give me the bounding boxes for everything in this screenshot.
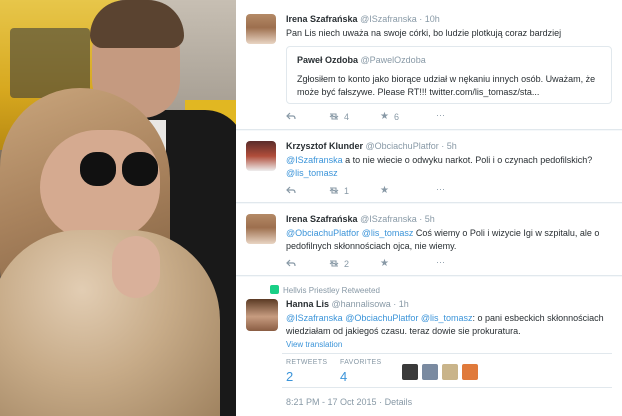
reply-icon[interactable] bbox=[286, 186, 296, 195]
favoriter-avatar[interactable] bbox=[402, 364, 418, 380]
retweets-count[interactable]: 2 bbox=[286, 369, 293, 384]
retweet-badge-icon bbox=[270, 285, 279, 294]
divider bbox=[282, 387, 612, 388]
tweet-text: @ISzafranska a to nie wiecie o odwyku na… bbox=[286, 154, 612, 180]
favoriter-avatar[interactable] bbox=[422, 364, 438, 380]
tweet-time[interactable]: · 5h bbox=[419, 214, 435, 224]
quoted-tweet[interactable]: Paweł Ozdoba @PawelOzdoba Zgłosiłem to k… bbox=[286, 46, 612, 104]
retweeted-by-bar: Hellvis Priestley Retweeted bbox=[270, 285, 380, 295]
quoted-author-name: Paweł Ozdoba bbox=[297, 55, 359, 65]
mention-link[interactable]: @lis_tomasz bbox=[421, 313, 473, 323]
quoted-text: Zgłosiłem to konto jako biorące udział w… bbox=[297, 74, 596, 97]
author-name[interactable]: Krzysztof Klunder bbox=[286, 141, 363, 151]
mention-link[interactable]: @ObciachuPlatfor bbox=[286, 228, 359, 238]
mention-link[interactable]: @ObciachuPlatfor bbox=[345, 313, 418, 323]
tweet-item[interactable]: Krzysztof Klunder @ObciachuPlatfor · 5h … bbox=[236, 131, 622, 203]
author-handle[interactable]: @ObciachuPlatfor bbox=[366, 141, 439, 151]
retweet-count: 2 bbox=[344, 259, 350, 269]
tweet-text: @ISzafranska @ObciachuPlatfor @lis_tomas… bbox=[286, 312, 612, 338]
retweet-count: 4 bbox=[344, 112, 350, 122]
author-handle[interactable]: @ISzafranska bbox=[360, 214, 417, 224]
tweet-body: a to nie wiecie o odwyku narkot. Poli i … bbox=[342, 155, 593, 165]
tweet-header: Krzysztof Klunder @ObciachuPlatfor · 5h bbox=[286, 141, 457, 151]
avatar[interactable] bbox=[246, 141, 276, 171]
news-photo bbox=[0, 0, 236, 416]
tweet-text: Pan Lis niech uważa na swoje córki, bo l… bbox=[286, 28, 562, 38]
mention-link[interactable]: @ISzafranska bbox=[286, 313, 343, 323]
retweeted-by-text[interactable]: Hellvis Priestley Retweeted bbox=[283, 286, 380, 295]
tweet-item[interactable]: Irena Szafrańska @ISzafranska · 10h Pan … bbox=[236, 0, 622, 130]
tweet-item[interactable]: Irena Szafrańska @ISzafranska · 5h @Obci… bbox=[236, 204, 622, 276]
twitter-conversation: Irena Szafrańska @ISzafranska · 10h Pan … bbox=[236, 0, 622, 416]
view-translation-link[interactable]: View translation bbox=[286, 340, 342, 349]
avatar[interactable] bbox=[246, 14, 276, 44]
tweet-time[interactable]: · 5h bbox=[441, 141, 457, 151]
author-name[interactable]: Irena Szafrańska bbox=[286, 14, 358, 24]
avatar[interactable] bbox=[246, 214, 276, 244]
tweet-header: Hanna Lis @hannalisowa · 1h bbox=[286, 299, 409, 309]
favorites-count[interactable]: 4 bbox=[340, 369, 347, 384]
mention-link[interactable]: @ISzafranska bbox=[286, 155, 343, 165]
tweet-timestamp[interactable]: 8:21 PM - 17 Oct 2015 bbox=[286, 397, 377, 407]
photo-sunglasses bbox=[80, 152, 160, 190]
author-handle[interactable]: @hannalisowa bbox=[332, 299, 391, 309]
tweet-time[interactable]: · 1h bbox=[393, 299, 409, 309]
more-icon[interactable]: ··· bbox=[436, 110, 445, 120]
retweets-label: RETWEETS bbox=[286, 359, 328, 366]
more-icon[interactable]: ··· bbox=[436, 257, 445, 267]
tweet-header: Irena Szafrańska @ISzafranska · 5h bbox=[286, 214, 435, 224]
author-name[interactable]: Hanna Lis bbox=[286, 299, 329, 309]
author-handle[interactable]: @ISzafranska bbox=[360, 14, 417, 24]
quoted-header: Paweł Ozdoba @PawelOzdoba bbox=[297, 55, 426, 65]
favorite-icon[interactable]: ★ bbox=[380, 111, 389, 122]
tweet-footer: 8:21 PM - 17 Oct 2015 · Details bbox=[286, 397, 412, 407]
divider bbox=[282, 353, 612, 354]
mention-link[interactable]: @lis_tomasz bbox=[362, 228, 414, 238]
mention-link[interactable]: @lis_tomasz bbox=[286, 168, 338, 178]
tweet-time[interactable]: · 10h bbox=[419, 14, 440, 24]
quoted-author-handle: @PawelOzdoba bbox=[360, 55, 426, 65]
favoriter-avatar[interactable] bbox=[442, 364, 458, 380]
reply-icon[interactable] bbox=[286, 259, 296, 268]
main-tweet[interactable]: Hellvis Priestley Retweeted Hanna Lis @h… bbox=[236, 277, 622, 416]
tweet-text: @ObciachuPlatfor @lis_tomasz Coś wiemy o… bbox=[286, 227, 612, 253]
author-name[interactable]: Irena Szafrańska bbox=[286, 214, 358, 224]
favorite-icon[interactable]: ★ bbox=[380, 258, 389, 269]
retweet-icon[interactable] bbox=[328, 112, 340, 121]
more-icon[interactable]: ··· bbox=[436, 184, 445, 194]
retweet-icon[interactable] bbox=[328, 186, 340, 195]
favorite-count: 6 bbox=[394, 112, 400, 122]
details-link[interactable]: · Details bbox=[379, 397, 412, 407]
reply-icon[interactable] bbox=[286, 112, 296, 121]
photo-hand bbox=[112, 236, 160, 298]
favoriter-avatar[interactable] bbox=[462, 364, 478, 380]
retweet-count: 1 bbox=[344, 186, 350, 196]
retweet-icon[interactable] bbox=[328, 259, 340, 268]
photo-fur-coat bbox=[0, 230, 220, 416]
favorite-icon[interactable]: ★ bbox=[380, 185, 389, 196]
favorites-label: FAVORITES bbox=[340, 359, 382, 366]
avatar[interactable] bbox=[246, 299, 278, 331]
photo-man-hair bbox=[90, 0, 184, 48]
tweet-header: Irena Szafrańska @ISzafranska · 10h bbox=[286, 14, 440, 24]
